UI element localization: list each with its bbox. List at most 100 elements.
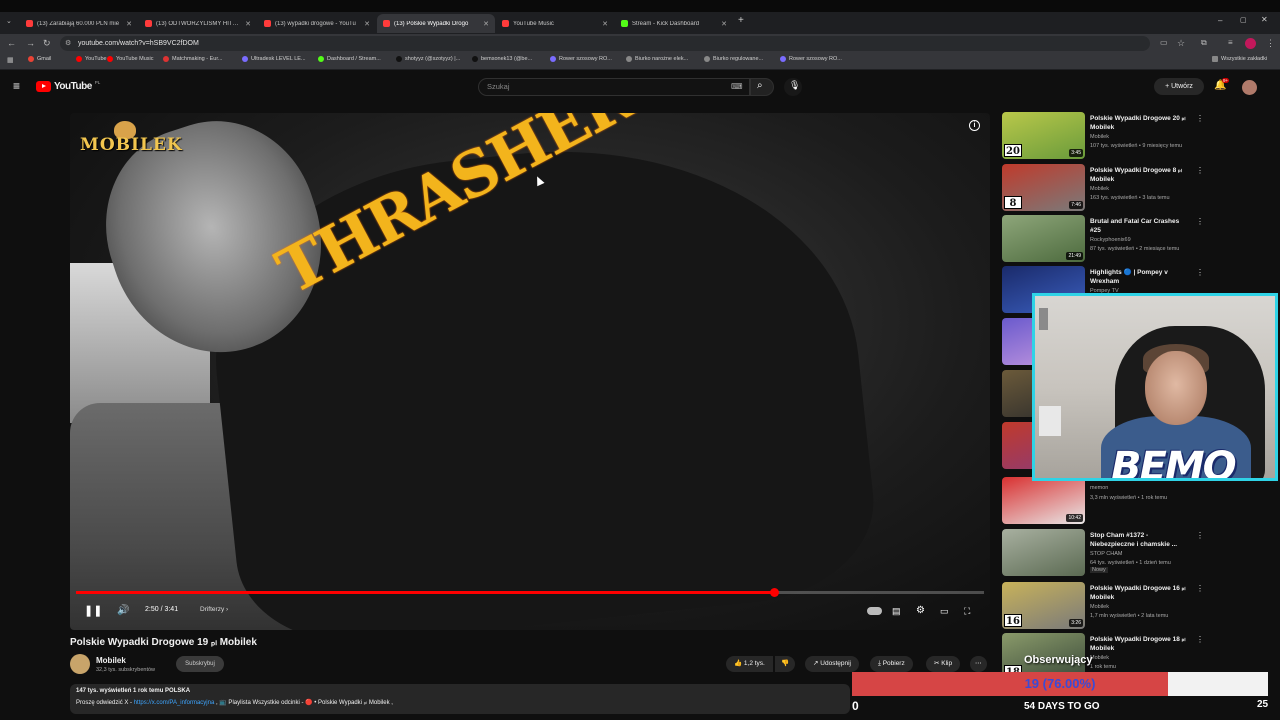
site-info-icon[interactable]: ⚙ (65, 36, 71, 51)
video-thumbnail[interactable]: 21:49 (1002, 215, 1085, 262)
recommended-video[interactable]: 21:49 Brutal and Fatal Car Crashes #25 Roc… (1002, 215, 1272, 263)
video-thumbnail[interactable]: 3:26 16 (1002, 582, 1085, 629)
bookmark-item[interactable]: Matchmaking - Eur... (163, 56, 222, 62)
cast-icon[interactable]: ▭ (1160, 37, 1168, 49)
all-bookmarks[interactable]: Wszystkie zakładki (1212, 56, 1267, 62)
description-link[interactable]: https://x.com/PA_informacyjna (134, 700, 215, 706)
recommended-video[interactable]: 3:26 16 Polskie Wypadki Drogowe 16 ₚₗ Mobi… (1002, 582, 1272, 630)
search-button[interactable]: ⌕ (750, 78, 774, 96)
bookmark-item[interactable]: Biurko regulowane... (704, 56, 763, 62)
more-vertical-icon[interactable]: ⋮ (1196, 166, 1204, 175)
minimize-icon[interactable]: – (1218, 16, 1222, 25)
description-box[interactable]: 147 tys. wyświetleń 1 rok temu POLSKA Pr… (70, 684, 850, 714)
browser-tab[interactable]: YouTube Music ✕ (496, 14, 614, 33)
bookmark-item[interactable]: Rower szosowy RO... (780, 56, 842, 62)
recommended-video[interactable]: 10:42 memon 3,3 mln wyświetleń • 1 rok tem… (1002, 477, 1272, 525)
bookmark-favicon-icon (780, 56, 786, 62)
browser-tab[interactable]: (13) wypadki drogowe - YouTu ✕ (258, 14, 376, 33)
pause-icon[interactable]: ❚❚ (84, 605, 102, 617)
back-icon[interactable]: ← (7, 37, 16, 49)
video-thumbnail[interactable]: 3:45 20 (1002, 112, 1085, 159)
more-vertical-icon[interactable]: ⋮ (1196, 635, 1204, 644)
create-button[interactable]: + Utwórz (1154, 78, 1204, 95)
tab-title: YouTube Music (513, 20, 554, 27)
address-bar[interactable]: ⚙ youtube.com/watch?v=hSB9VC2fDOM (60, 36, 1150, 51)
browser-tab[interactable]: (13) Zarabiają 60.000 PLN mie ✕ (20, 14, 138, 33)
autoplay-toggle[interactable] (867, 607, 882, 615)
progress-bar[interactable] (76, 588, 984, 597)
browser-menu-icon[interactable]: ⋮ (1266, 37, 1275, 49)
forward-icon[interactable]: → (26, 37, 35, 49)
bookmark-item[interactable]: YouTube Music (107, 56, 154, 62)
tab-close-icon[interactable]: ✕ (126, 20, 132, 28)
recommended-video[interactable]: Stop Cham #1372 - Niebezpieczne i chamsk… (1002, 529, 1272, 577)
more-actions-button[interactable]: ⋯ (970, 656, 987, 672)
subtitles-icon[interactable]: ▤ (892, 605, 901, 617)
download-button[interactable]: ⤓ Pobierz (870, 656, 913, 672)
bookmark-item[interactable]: Rower szosowy RO... (550, 56, 612, 62)
bookmark-item[interactable]: bemsonek13 (@be... (472, 56, 532, 62)
clip-button[interactable]: ✂ Klip (926, 656, 961, 672)
share-button[interactable]: ↗ Udostępnij (805, 656, 859, 672)
tab-close-icon[interactable]: ✕ (721, 20, 727, 28)
miniplayer-icon[interactable]: ▭ (940, 605, 949, 617)
rec-channel: memon (1090, 485, 1109, 491)
video-player[interactable]: THRASHER MOBILEK i ❚❚ 🔊 2:50 / 3:41 Drif… (70, 113, 990, 630)
more-vertical-icon[interactable]: ⋮ (1196, 531, 1204, 540)
close-window-icon[interactable]: ✕ (1261, 15, 1268, 24)
bookmark-item[interactable]: YouTube (76, 56, 107, 62)
like-button[interactable]: 👍 1,2 tys. (726, 656, 773, 672)
chapter-button[interactable]: Drifterzy › (200, 606, 228, 613)
tab-close-icon[interactable]: ✕ (483, 20, 489, 28)
tab-search-icon[interactable]: ⌄ (6, 17, 12, 25)
bookmark-item[interactable]: Dashboard / Stream... (318, 56, 381, 62)
rec-channel: STOP CHAM (1090, 551, 1123, 557)
dislike-button[interactable]: 👎 (775, 656, 796, 672)
recommended-video[interactable]: 7:46 8 Polskie Wypadki Drogowe 8 ₚₗ Mobile… (1002, 164, 1272, 212)
apps-icon[interactable]: ▦ (7, 56, 14, 64)
settings-gear-icon[interactable]: ⚙ (916, 605, 925, 617)
more-vertical-icon[interactable]: ⋮ (1196, 584, 1204, 593)
browser-tab[interactable]: (13) Polskie Wypadki Drogo ✕ (377, 14, 495, 33)
new-tab-button[interactable]: + (738, 15, 744, 26)
bookmark-star-icon[interactable]: ☆ (1177, 37, 1185, 49)
tab-close-icon[interactable]: ✕ (245, 20, 251, 28)
tab-close-icon[interactable]: ✕ (364, 20, 370, 28)
maximize-icon[interactable]: ▢ (1240, 16, 1247, 24)
bookmark-item[interactable]: Ultradesk LEVEL LE... (242, 56, 306, 62)
reload-icon[interactable]: ↻ (43, 37, 51, 49)
subscribe-button[interactable]: Subskrybuj (176, 656, 224, 672)
bookmark-item[interactable]: Gmail (28, 56, 51, 62)
account-avatar[interactable] (1242, 80, 1257, 95)
rec-channel: Mobilek (1090, 186, 1109, 192)
keyboard-icon[interactable]: ⌨ (731, 79, 743, 95)
profile-avatar[interactable] (1245, 38, 1256, 49)
search-input[interactable]: Szukaj ⌨ (478, 78, 750, 96)
volume-icon[interactable]: 🔊 (117, 605, 129, 617)
video-thumbnail[interactable] (1002, 529, 1085, 576)
bookmark-item[interactable]: Biurko narożne elek... (626, 56, 688, 62)
more-vertical-icon[interactable]: ⋮ (1196, 268, 1204, 277)
tab-close-icon[interactable]: ✕ (602, 20, 608, 28)
extensions-icon[interactable]: ⧉ (1201, 37, 1207, 49)
folder-icon (1212, 56, 1218, 62)
channel-name[interactable]: Mobilek (96, 656, 126, 665)
video-thumbnail[interactable]: 10:42 (1002, 477, 1085, 524)
bookmark-favicon-icon (107, 56, 113, 62)
info-icon[interactable]: i (969, 120, 980, 131)
thumbs-up-icon: 👍 (734, 660, 744, 667)
fullscreen-icon[interactable]: ⛶ (964, 605, 970, 617)
browser-tab[interactable]: (13) ODTWORZYLIŚMY HITY P ✕ (139, 14, 257, 33)
browser-tab[interactable]: Stream - Kick Dashboard ✕ (615, 14, 733, 33)
recommended-video[interactable]: 3:45 20 Polskie Wypadki Drogowe 20 ₚₗ Mobi… (1002, 112, 1272, 160)
voice-search-button[interactable]: 🎙 (784, 78, 802, 96)
video-thumbnail[interactable]: 7:46 8 (1002, 164, 1085, 211)
tab-title: (13) wypadki drogowe - YouTu (275, 20, 356, 27)
guide-menu-icon[interactable]: ≡ (13, 79, 20, 93)
youtube-logo[interactable]: YouTube PL (36, 80, 100, 92)
channel-avatar[interactable] (70, 654, 90, 674)
bookmark-item[interactable]: shotyyz (@szotyyz) |... (396, 56, 460, 62)
more-vertical-icon[interactable]: ⋮ (1196, 217, 1204, 226)
sidebar-icon[interactable]: ≡ (1228, 37, 1233, 49)
more-vertical-icon[interactable]: ⋮ (1196, 114, 1204, 123)
